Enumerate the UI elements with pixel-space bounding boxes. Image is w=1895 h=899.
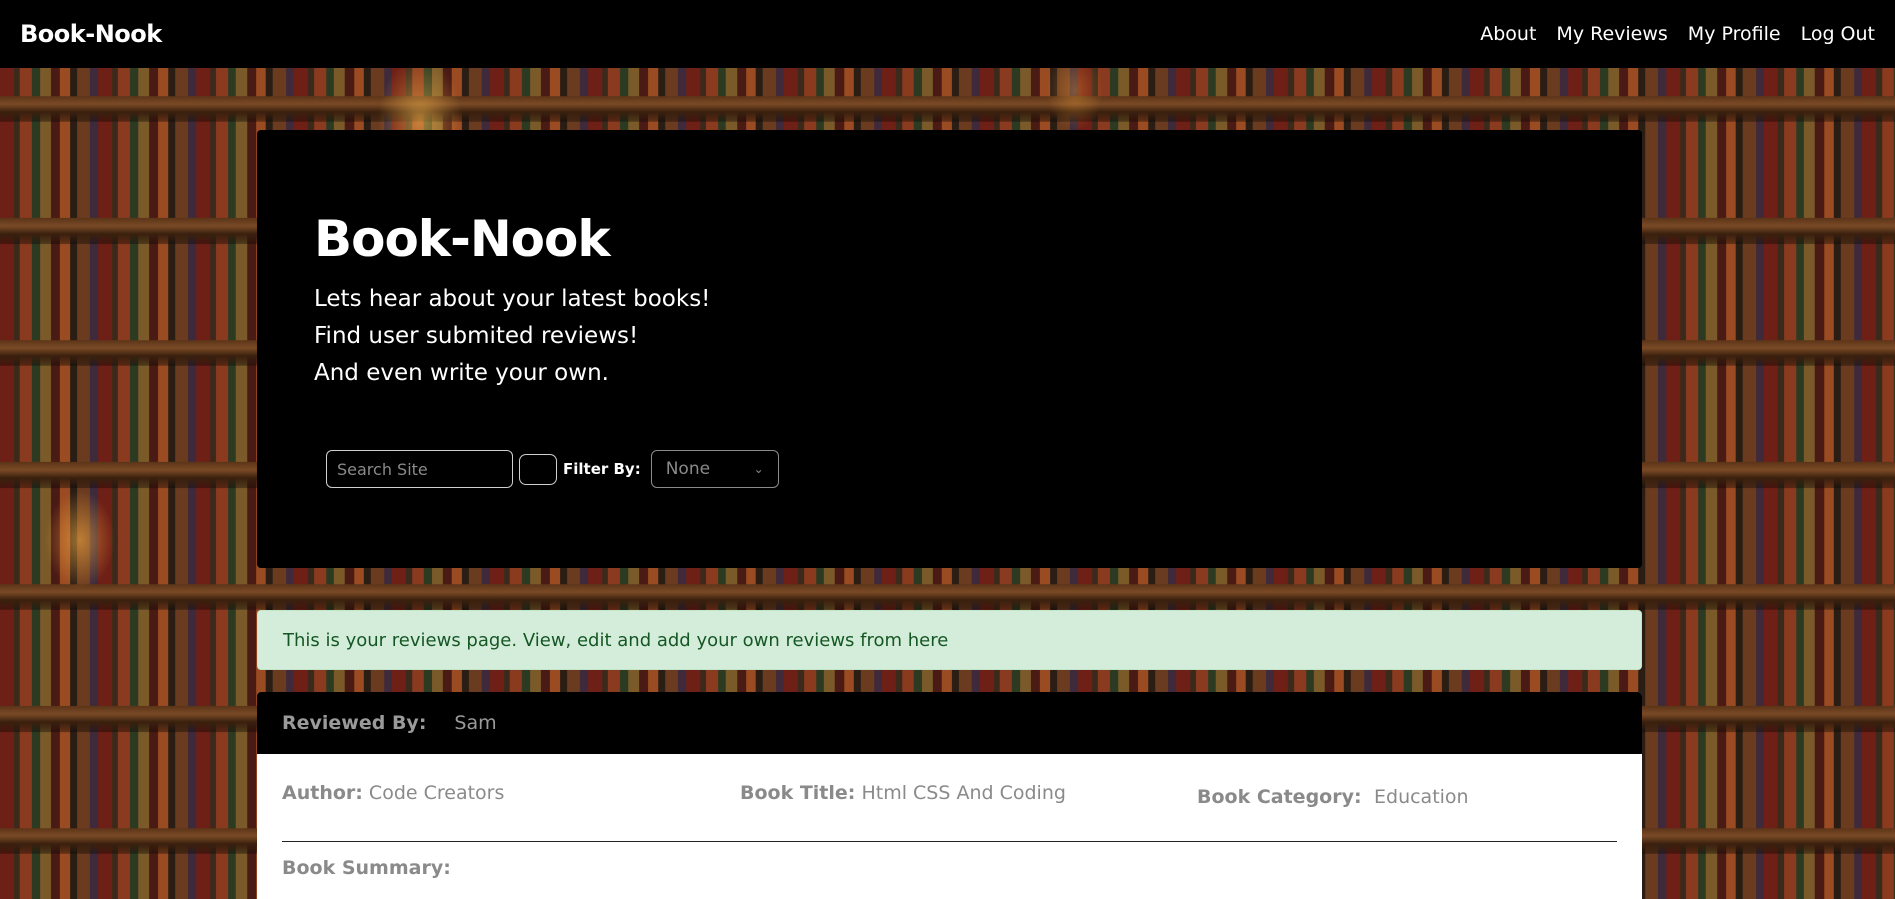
filter-label: Filter By:: [563, 460, 641, 478]
info-alert: This is your reviews page. View, edit an…: [257, 610, 1642, 670]
brand-logo[interactable]: Book-Nook: [20, 20, 162, 48]
book-title-label: Book Title:: [740, 782, 856, 804]
alert-message: This is your reviews page. View, edit an…: [283, 629, 949, 651]
review-card-header: Reviewed By: Sam: [257, 692, 1642, 754]
hero-line: And even write your own.: [314, 360, 609, 386]
filter-select[interactable]: None ⌄: [650, 450, 779, 488]
author-field: Author: Code Creators: [282, 782, 504, 804]
book-category-label: Book Category:: [1197, 786, 1362, 808]
review-card: Reviewed By: Sam Author: Code Creators B…: [257, 692, 1642, 899]
hero-line: Find user submited reviews!: [314, 323, 639, 349]
hero-title: Book-Nook: [314, 210, 611, 268]
hero-line: Lets hear about your latest books!: [314, 286, 711, 312]
nav-link-my-profile[interactable]: My Profile: [1688, 23, 1781, 45]
hero-banner: Book-Nook Lets hear about your latest bo…: [257, 130, 1642, 568]
nav-links: About My Reviews My Profile Log Out: [1480, 23, 1875, 45]
reviewed-by-label: Reviewed By:: [282, 712, 427, 734]
author-value: Code Creators: [368, 782, 505, 804]
book-title-value: Html CSS And Coding: [861, 782, 1066, 804]
hero-tagline: Lets hear about your latest books! Find …: [314, 281, 710, 392]
nav-link-about[interactable]: About: [1480, 23, 1536, 45]
top-navbar: Book-Nook About My Reviews My Profile Lo…: [0, 0, 1895, 68]
book-category-value: Education: [1374, 786, 1469, 808]
nav-link-log-out[interactable]: Log Out: [1801, 23, 1875, 45]
book-title-field: Book Title: Html CSS And Coding: [740, 782, 1066, 804]
search-bar: Filter By: None ⌄: [326, 450, 779, 488]
chevron-down-icon: ⌄: [753, 462, 764, 476]
filter-select-value: None: [665, 459, 711, 479]
book-summary-label: Book Summary:: [282, 857, 451, 879]
search-button[interactable]: [519, 453, 557, 485]
author-label: Author:: [282, 782, 363, 804]
nav-link-my-reviews[interactable]: My Reviews: [1556, 23, 1667, 45]
search-input[interactable]: [326, 450, 513, 488]
reviewer-name: Sam: [454, 712, 497, 734]
